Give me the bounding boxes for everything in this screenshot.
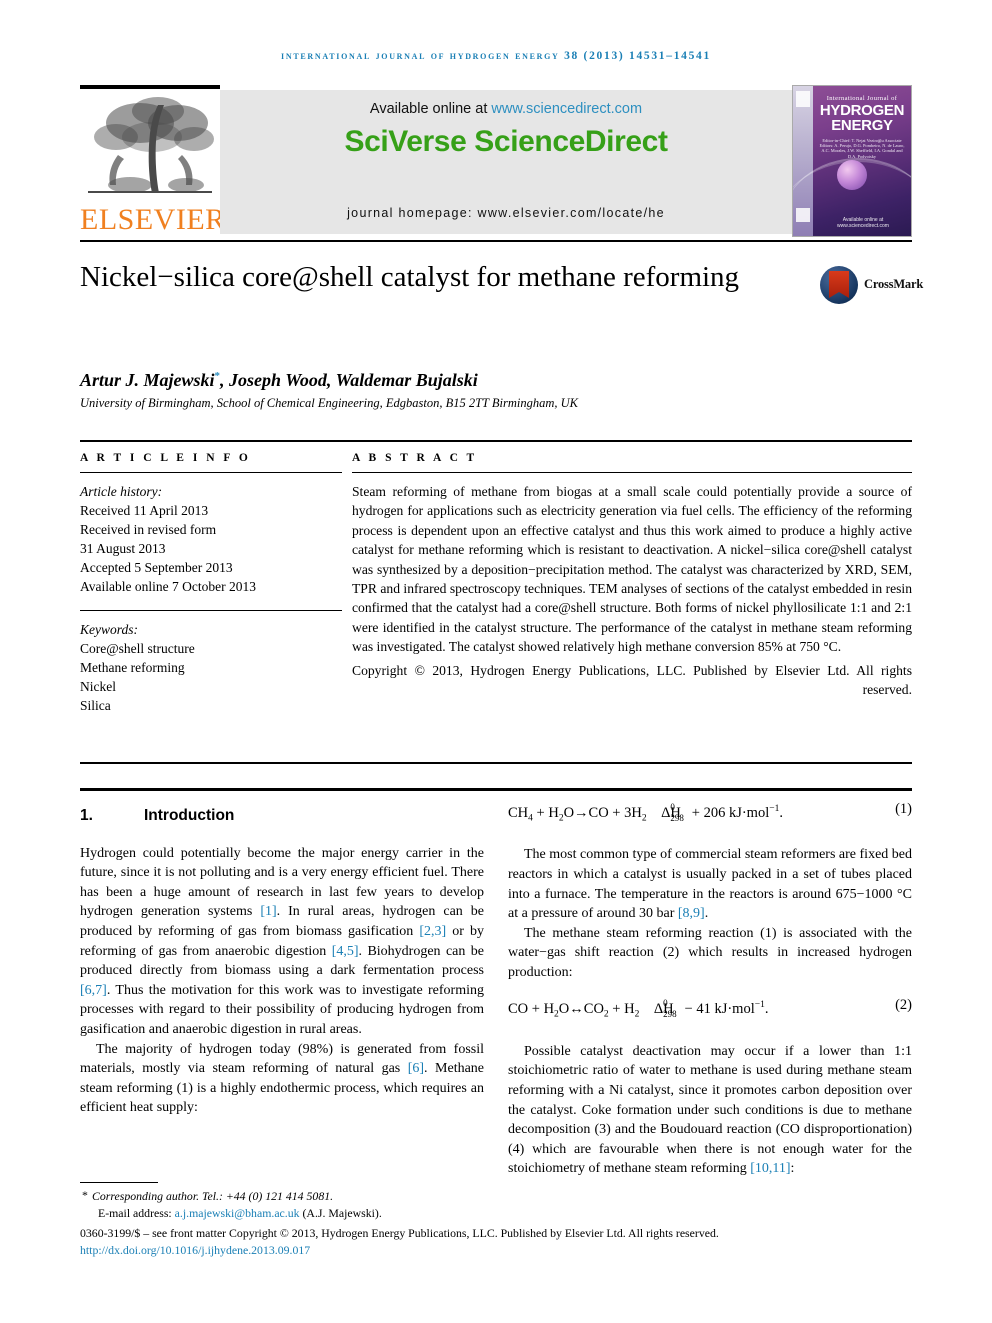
- body-paragraph: The most common type of commercial steam…: [508, 847, 912, 922]
- equation-1: CH4 + H2O→CO + 3H2 ΔH 0 298 + 206 kJ·mol−1…: [508, 801, 912, 824]
- article-info-divider: [80, 472, 342, 473]
- cover-main-title: HYDROGEN ENERGY: [815, 103, 909, 133]
- body-paragraph: The methane steam reforming reaction (1)…: [508, 925, 912, 980]
- abstract-divider: [352, 472, 912, 473]
- journal-homepage-text: journal homepage: www.elsevier.com/locat…: [347, 206, 665, 220]
- equation-2: CO + H2O↔CO2 + H2 ΔH 0 298 − 41 kJ·mol−1. …: [508, 997, 912, 1021]
- available-online-prefix: Available online at: [369, 101, 492, 117]
- body-column-left: 1. Introduction Hydrogen could potentiall…: [80, 800, 484, 1118]
- citation-link[interactable]: [4,5]: [332, 944, 359, 959]
- cover-title-line2: ENERGY: [831, 117, 893, 134]
- keywords-block: Keywords: Core@shell structure Methane r…: [80, 620, 342, 715]
- author-primary: Artur J. Majewski: [80, 370, 215, 390]
- masthead: ELSEVIER Available online at www.science…: [80, 85, 912, 237]
- masthead-bottom-rule: [80, 240, 912, 242]
- cover-editors: Editor-in-Chief: T. Nejat Veziroğlu Asso…: [819, 138, 905, 159]
- equation-1-number: (1): [895, 801, 912, 817]
- crossmark-label: CrossMark: [864, 277, 924, 291]
- article-info-column: A R T I C L E I N F O Article history: R…: [80, 452, 342, 715]
- corresponding-author-text: Corresponding author. Tel.: +44 (0) 121 …: [92, 1189, 334, 1203]
- body-top-rule: [80, 788, 912, 791]
- page-title: Nickel−silica core@shell catalyst for me…: [80, 261, 740, 293]
- elsevier-tree-icon: [82, 93, 218, 201]
- citation-link[interactable]: [2,3]: [419, 924, 446, 939]
- history-item: Received in revised form: [80, 522, 217, 537]
- citation-link[interactable]: [6]: [408, 1061, 424, 1076]
- section-heading-introduction: 1. Introduction: [80, 806, 484, 826]
- ijhe-logo-icon: [796, 91, 810, 107]
- section-number: 1.: [80, 807, 93, 824]
- article-history-block: Article history: Received 11 April 2013 …: [80, 482, 342, 596]
- email-note: E-mail address: a.j.majewski@bham.ac.uk …: [80, 1205, 920, 1222]
- elsevier-wordmark: ELSEVIER: [80, 203, 226, 236]
- cover-footer-text: Available online at www.sciencedirect.co…: [837, 217, 889, 229]
- citation-link[interactable]: [8,9]: [678, 906, 705, 921]
- issn-copyright-line: 0360-3199/$ – see front matter Copyright…: [80, 1226, 719, 1240]
- history-item: Received 11 April 2013: [80, 503, 209, 518]
- keyword-item: Silica: [80, 698, 111, 713]
- citation-link[interactable]: [6,7]: [80, 983, 107, 998]
- abstract-text: Steam reforming of methane from biogas a…: [352, 484, 912, 655]
- crossmark-bookmark-icon: [829, 271, 849, 298]
- footnote-block: * Corresponding author. Tel.: +44 (0) 12…: [80, 1188, 920, 1258]
- body-column-right: CH4 + H2O→CO + 3H2 ΔH 0 298 + 206 kJ·mol−1…: [508, 800, 912, 1179]
- equation-2-number: (2): [895, 997, 912, 1014]
- email-suffix: (A.J. Majewski).: [299, 1205, 382, 1220]
- corresponding-author-note: * Corresponding author. Tel.: +44 (0) 12…: [80, 1188, 920, 1205]
- journal-cover-thumbnail: International Journal of HYDROGEN ENERGY…: [792, 85, 912, 237]
- abstract-bottom-rule: [80, 762, 912, 764]
- history-item: Available online 7 October 2013: [80, 579, 256, 594]
- keywords-label: Keywords:: [80, 622, 138, 637]
- masthead-top-rule: [80, 85, 220, 89]
- affiliation: University of Birmingham, School of Chem…: [80, 396, 579, 410]
- sciencedirect-banner: Available online at www.sciencedirect.co…: [220, 90, 792, 234]
- footnote-rule: [80, 1182, 158, 1183]
- keywords-divider: [80, 610, 342, 611]
- article-page: INTERNATIONAL JOURNAL OF HYDROGEN ENERGY…: [0, 0, 992, 1323]
- sciencedirect-url-link[interactable]: www.sciencedirect.com: [491, 101, 642, 117]
- footnote-star-icon: *: [82, 1188, 88, 1202]
- author-list: Artur J. Majewski*, Joseph Wood, Waldema…: [80, 370, 478, 391]
- abstract-top-rule: [80, 440, 912, 442]
- doi-link[interactable]: http://dx.doi.org/10.1016/j.ijhydene.201…: [80, 1242, 920, 1259]
- abstract-copyright: Copyright © 2013, Hydrogen Energy Public…: [352, 662, 912, 698]
- running-head: INTERNATIONAL JOURNAL OF HYDROGEN ENERGY…: [281, 50, 711, 62]
- abstract-heading: A B S T R A C T: [352, 452, 478, 464]
- body-paragraph: The majority of hydrogen today (98%) is …: [80, 1041, 485, 1116]
- crossmark-badge[interactable]: CrossMark: [820, 266, 924, 306]
- abstract-column: A B S T R A C T Steam reforming of metha…: [352, 452, 912, 699]
- section-title: Introduction: [144, 807, 235, 824]
- body-paragraph: Hydrogen could potentially become the ma…: [80, 845, 485, 1037]
- elsevier-logo: ELSEVIER: [80, 85, 226, 237]
- keyword-item: Core@shell structure: [80, 641, 195, 656]
- body-paragraph: Possible catalyst deactivation may occur…: [508, 1043, 912, 1177]
- article-history-label: Article history:: [80, 484, 163, 499]
- sciverse-sciencedirect-logo: SciVerse ScienceDirect: [344, 125, 668, 158]
- crossmark-circle-icon: [820, 266, 858, 304]
- citation-link[interactable]: [1]: [260, 904, 276, 919]
- email-label: E-mail address:: [98, 1205, 175, 1220]
- article-info-heading: A R T I C L E I N F O: [80, 452, 251, 464]
- citation-link[interactable]: [10,11]: [750, 1161, 790, 1176]
- cover-small-title: International Journal of: [826, 95, 898, 102]
- available-online-text: Available online at www.sciencedirect.co…: [220, 101, 792, 117]
- author-others: , Joseph Wood, Waldemar Bujalski: [220, 370, 478, 390]
- history-item: Accepted 5 September 2013: [80, 560, 233, 575]
- email-link[interactable]: a.j.majewski@bham.ac.uk: [175, 1206, 300, 1220]
- cover-sphere-graphic: [837, 160, 867, 190]
- history-item: 31 August 2013: [80, 541, 166, 556]
- keyword-item: Methane reforming: [80, 660, 185, 675]
- keyword-item: Nickel: [80, 679, 116, 694]
